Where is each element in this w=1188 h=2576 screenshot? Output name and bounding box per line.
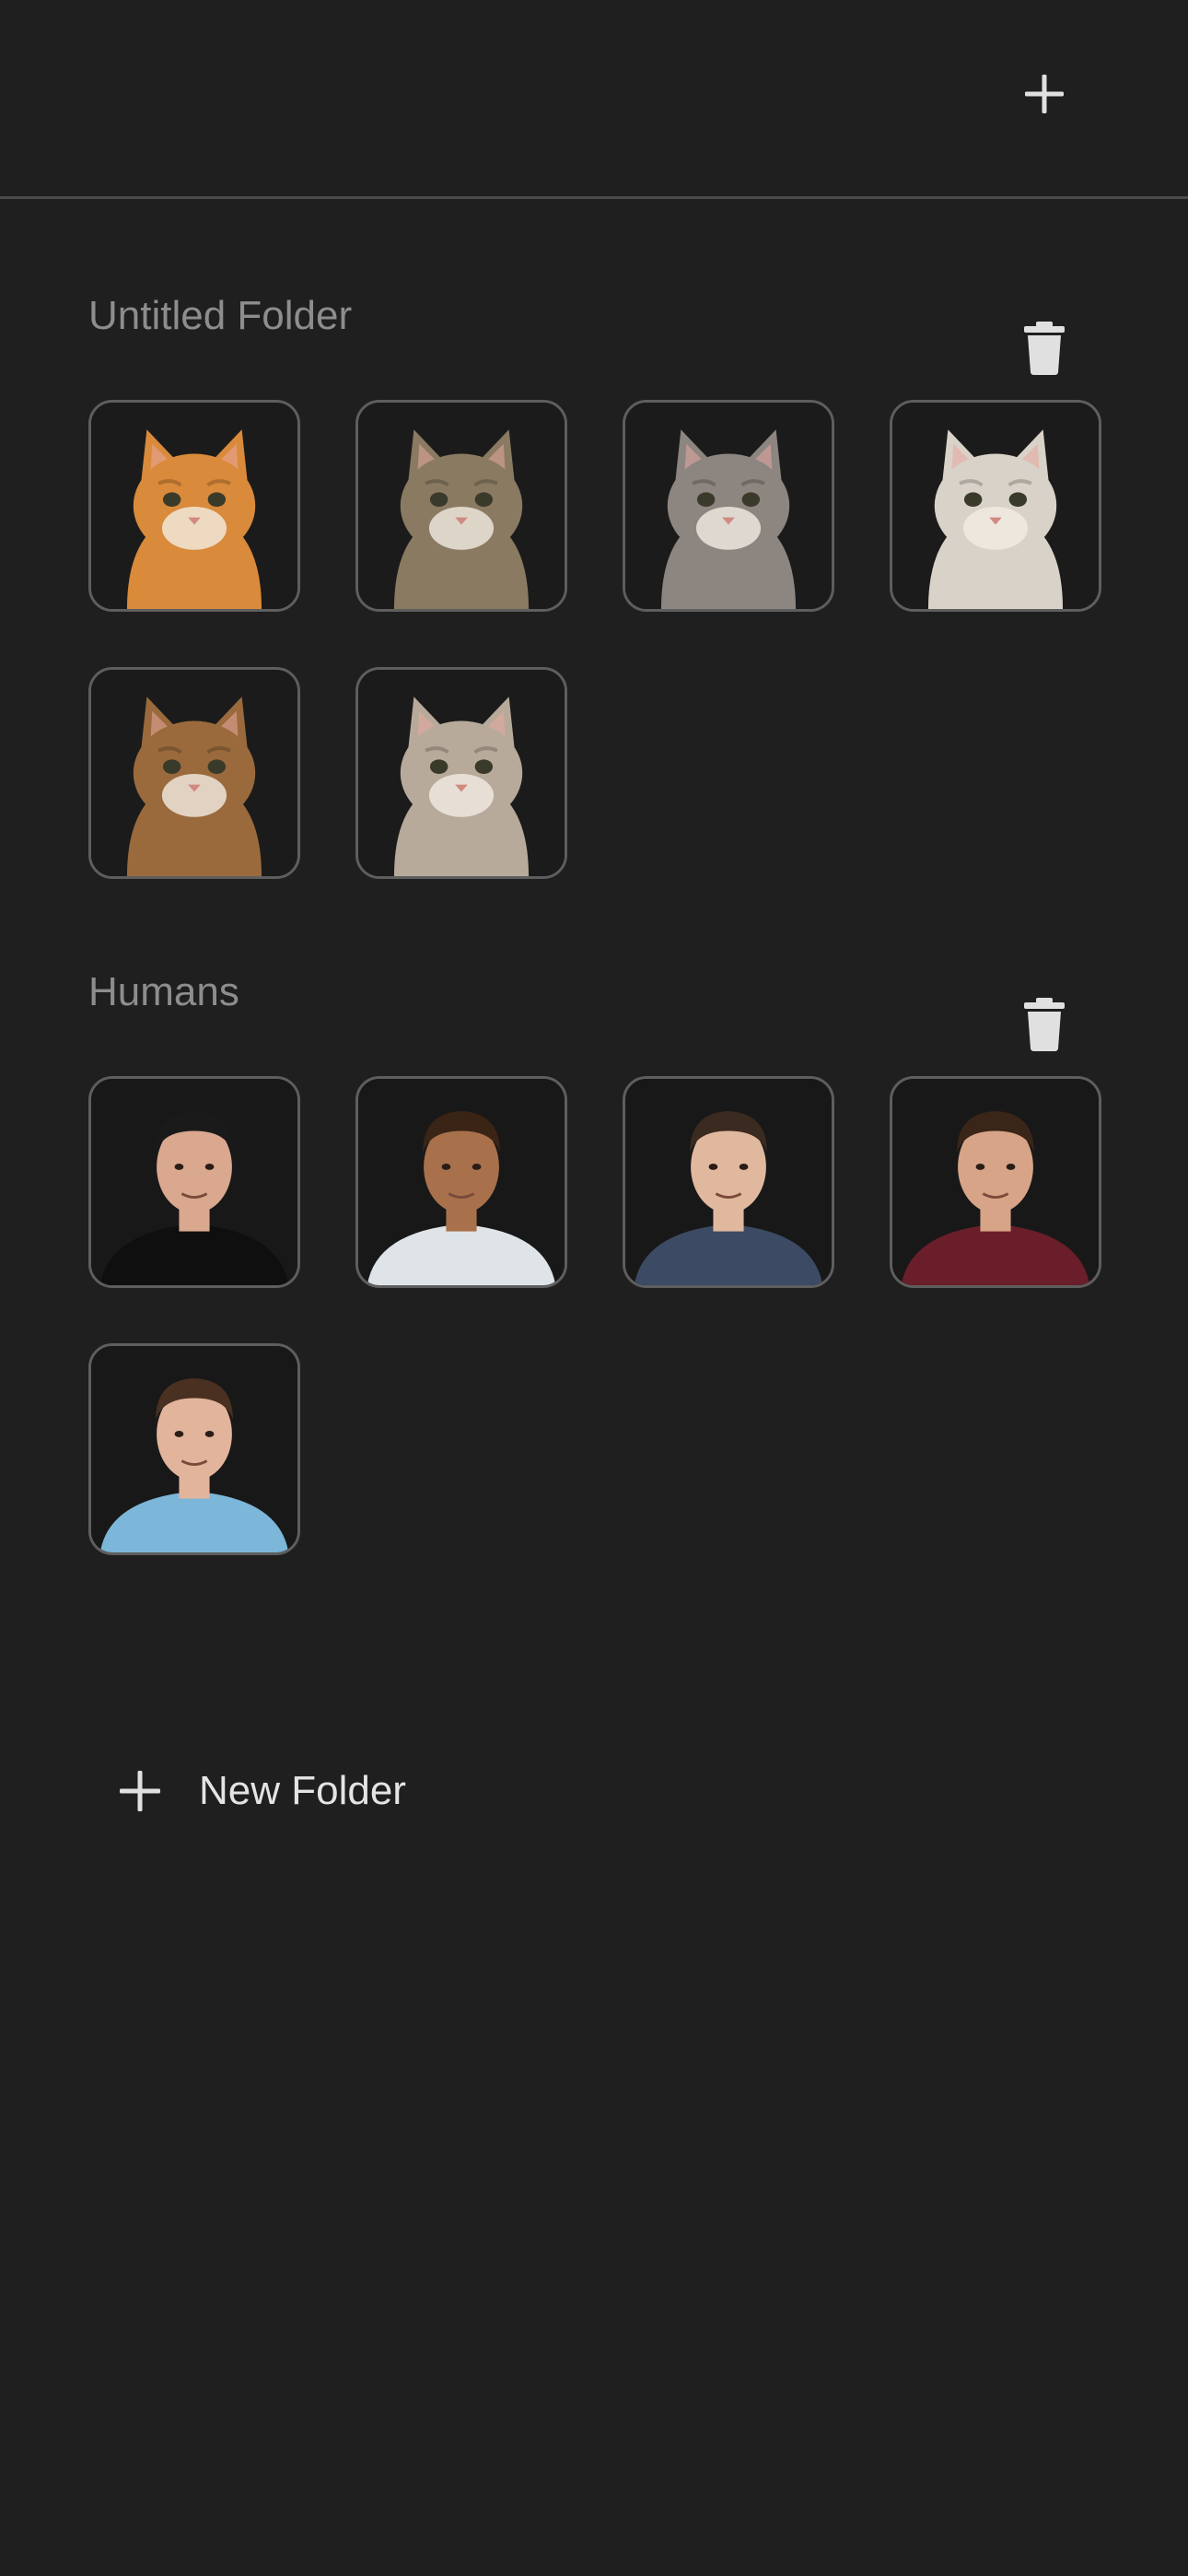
- folder-title: Untitled Folder: [88, 293, 353, 338]
- thumbnail-man-maroon-shirt[interactable]: [890, 1076, 1101, 1288]
- trash-icon: [1024, 322, 1065, 375]
- new-folder-label: New Folder: [199, 1768, 406, 1813]
- thumbnail-man-curly-hair[interactable]: [355, 1076, 567, 1288]
- folder-title: Humans: [88, 969, 239, 1014]
- add-button[interactable]: [1013, 63, 1076, 125]
- cat-image: [91, 670, 297, 876]
- delete-folder-button[interactable]: [1017, 313, 1072, 383]
- person-image: [625, 1079, 832, 1285]
- thumbnail-blue-eyed-tabby-cat[interactable]: [355, 667, 567, 879]
- cat-image: [625, 403, 832, 609]
- thumbnail-brown-tabby-cat[interactable]: [88, 667, 300, 879]
- trash-icon: [1024, 998, 1065, 1051]
- person-image: [91, 1346, 297, 1552]
- cat-image: [358, 670, 565, 876]
- thumbnail-man-navy-shirt[interactable]: [623, 1076, 834, 1288]
- delete-folder-button[interactable]: [1017, 989, 1072, 1060]
- person-image: [358, 1079, 565, 1285]
- plus-icon: [1025, 75, 1064, 113]
- person-image: [892, 1079, 1099, 1285]
- thumbnail-man-blue-shirt[interactable]: [88, 1343, 300, 1555]
- thumbnail-tabby-cat[interactable]: [355, 400, 567, 612]
- cat-image: [358, 403, 565, 609]
- plus-icon: [120, 1771, 160, 1811]
- thumbnail-orange-cat-stretching[interactable]: [88, 400, 300, 612]
- person-image: [91, 1079, 297, 1285]
- thumbnail-sitting-grey-cat[interactable]: [623, 400, 834, 612]
- new-folder-button[interactable]: New Folder: [118, 1756, 406, 1826]
- thumbnail-white-grey-cat[interactable]: [890, 400, 1101, 612]
- cat-image: [892, 403, 1099, 609]
- cat-image: [91, 403, 297, 609]
- top-bar: [0, 0, 1188, 199]
- thumbnail-man-black-cap[interactable]: [88, 1076, 300, 1288]
